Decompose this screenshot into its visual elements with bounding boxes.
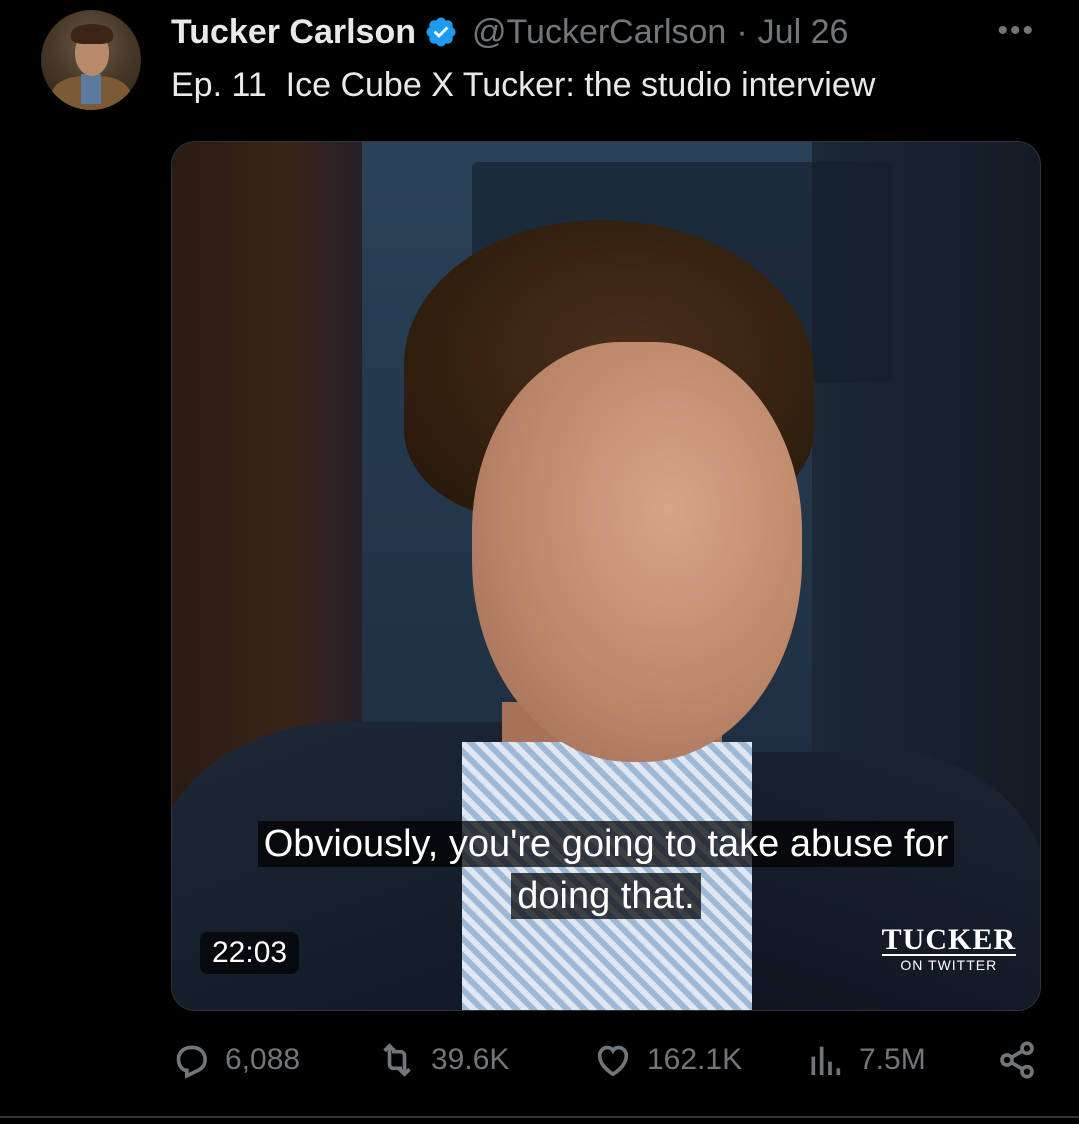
reply-icon [176,1045,208,1079]
tweet: Tucker Carlson @TuckerCarlson · Jul 26 •… [0,0,1079,1124]
share-icon [1000,1041,1034,1079]
like-count: 162.1K [647,1043,743,1076]
video-player[interactable]: Obviously, you're going to take abuse fo… [171,141,1041,1011]
brand-subtitle: ON TWITTER [881,954,1016,973]
divider [0,1116,1079,1118]
repost-icon [383,1043,411,1077]
video-duration: 22:03 [200,932,300,974]
subtitle-line-1: Obviously, you're going to take abuse fo… [257,821,955,867]
like-button[interactable]: 162.1K [593,1040,742,1080]
views-icon [811,1046,841,1075]
video-subtitle: Obviously, you're going to take abuse fo… [172,818,1040,922]
repost-count: 39.6K [431,1043,510,1076]
reply-count: 6,088 [225,1043,301,1076]
avatar-shirt [81,74,101,104]
tweet-actions: 6,088 39.6K 162.1K 7.5M [171,1040,1039,1090]
author-name[interactable]: Tucker Carlson [171,13,416,52]
heart-icon [597,1045,629,1077]
share-button[interactable] [997,1040,1051,1080]
avatar[interactable] [41,10,141,110]
subtitle-line-2: doing that. [511,873,701,919]
brand-title: TUCKER [881,923,1016,956]
separator-dot: · [736,12,748,51]
views-count: 7.5M [859,1043,926,1076]
tweet-text: Ep. 11 Ice Cube X Tucker: the studio int… [171,66,876,104]
avatar-hair [71,24,113,44]
verified-badge-icon [424,15,458,49]
tweet-header: Tucker Carlson @TuckerCarlson · Jul 26 [171,12,848,52]
views-button[interactable]: 7.5M [805,1040,926,1080]
more-options-icon[interactable]: ••• [997,14,1035,48]
reply-button[interactable]: 6,088 [171,1040,300,1080]
repost-button[interactable]: 39.6K [377,1040,509,1080]
person-face [472,342,802,762]
brand-watermark: TUCKER ON TWITTER [881,923,1016,973]
tweet-date[interactable]: Jul 26 [758,13,849,52]
author-handle[interactable]: @TuckerCarlson [472,13,726,52]
